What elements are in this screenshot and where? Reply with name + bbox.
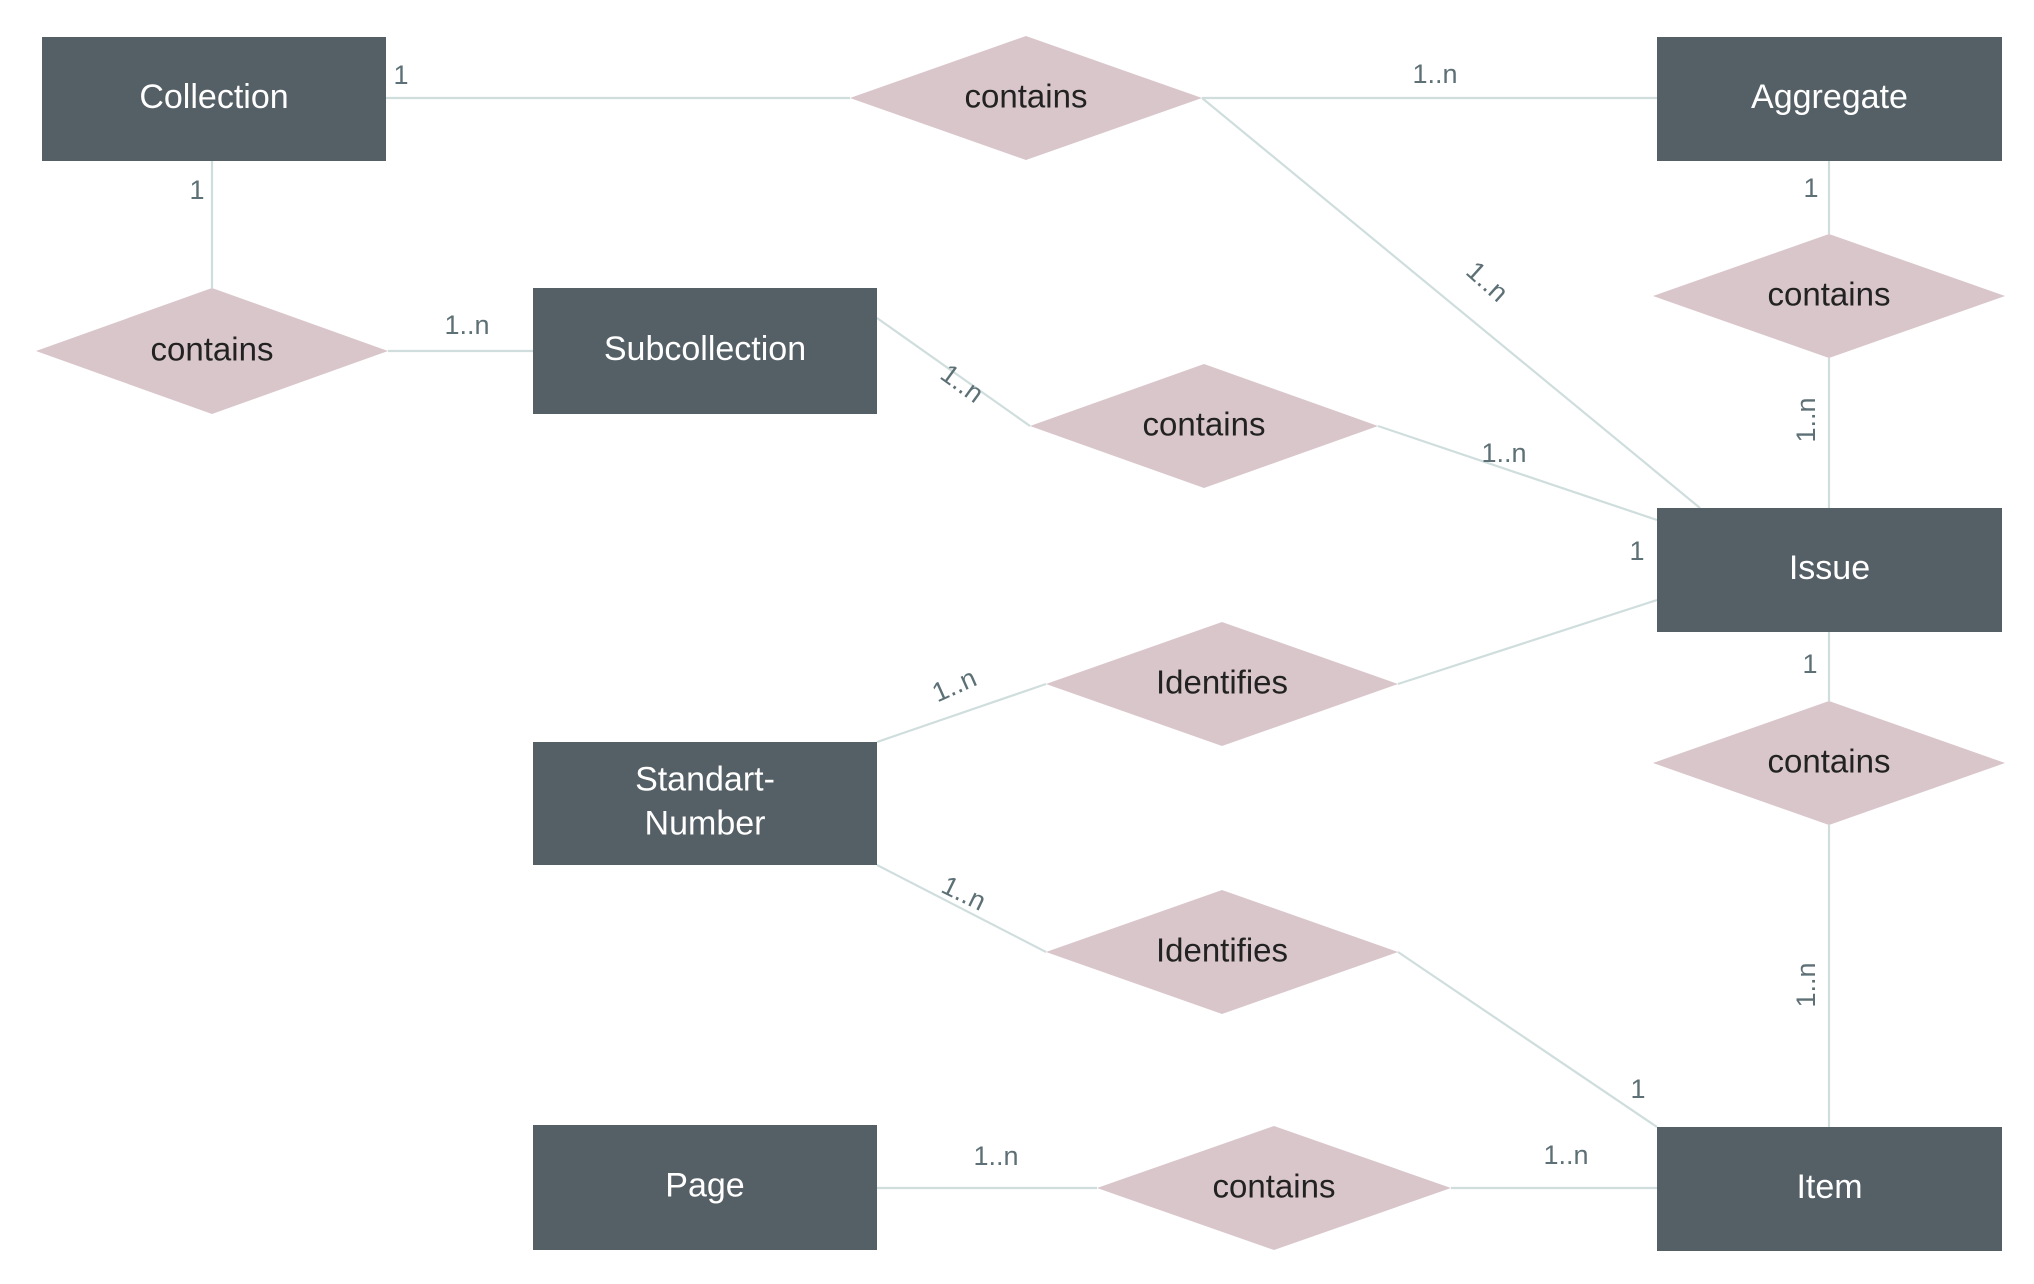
connector-line — [1397, 598, 1658, 686]
cardinality-label: 1..n — [1460, 255, 1514, 307]
relationship-label: contains — [965, 78, 1088, 115]
entity-label: Issue — [1789, 549, 1870, 587]
entity-label: Standart- — [635, 760, 775, 798]
cardinality-label: 1..n — [928, 662, 981, 708]
cardinality-label: 1..n — [973, 1141, 1018, 1171]
entity-standart[interactable]: Standart- Number — [533, 742, 877, 865]
cardinality-label: 1 — [189, 175, 204, 205]
relationship-label: contains — [1213, 1168, 1336, 1205]
cardinality-layer: 1 1..n 1 1..n 1..n 1 1..n 1..n 1..n 1 1..n 1 1..n 1..… — [189, 59, 1821, 1171]
entity-label: Page — [665, 1166, 744, 1204]
cardinality-label: 1 — [393, 60, 408, 90]
relationship-rel-subcollection-issue[interactable]: contains — [1030, 364, 1378, 488]
relationship-label: contains — [1768, 743, 1891, 780]
relationship-rel-collection-aggregate[interactable]: contains — [850, 36, 1202, 160]
cardinality-label: 1..n — [1412, 59, 1457, 89]
entity-page[interactable]: Page — [533, 1125, 877, 1250]
connector-layer — [210, 96, 1831, 1190]
entity-label: Collection — [139, 78, 288, 116]
relationship-label: contains — [1143, 406, 1266, 443]
cardinality-label: 1 — [1630, 1074, 1645, 1104]
relationship-layer: contains contains contains contains Identifi… — [36, 36, 2005, 1250]
cardinality-label: 1..n — [1791, 397, 1821, 442]
entity-collection[interactable]: Collection — [42, 37, 386, 161]
entity-label: Number — [645, 804, 766, 842]
er-diagram-canvas: contains contains contains contains Identifi… — [0, 0, 2034, 1284]
relationship-label: contains — [151, 331, 274, 368]
cardinality-label: 1 — [1803, 173, 1818, 203]
entity-aggregate[interactable]: Aggregate — [1657, 37, 2002, 161]
entity-item[interactable]: Item — [1657, 1127, 2002, 1251]
cardinality-label: 1..n — [1543, 1140, 1588, 1170]
entity-label: Subcollection — [604, 330, 806, 368]
er-diagram-svg: contains contains contains contains Identifi… — [36, 36, 2005, 1251]
relationship-rel-collection-subcollection[interactable]: contains — [36, 288, 388, 414]
entity-label: Aggregate — [1751, 78, 1908, 116]
cardinality-label: 1..n — [1481, 438, 1526, 468]
entity-label: Item — [1796, 1168, 1862, 1206]
relationship-label: Identifies — [1156, 932, 1288, 969]
cardinality-label: 1..n — [1791, 962, 1821, 1007]
entity-subcollection[interactable]: Subcollection — [533, 288, 877, 414]
cardinality-label: 1 — [1802, 649, 1817, 679]
relationship-rel-issue-item[interactable]: contains — [1653, 701, 2005, 825]
connector-line — [1397, 951, 1658, 1128]
cardinality-label: 1..n — [444, 310, 489, 340]
cardinality-label: 1 — [1629, 536, 1644, 566]
relationship-rel-aggregate-issue[interactable]: contains — [1653, 234, 2005, 358]
relationship-rel-standart-item[interactable]: Identifies — [1046, 890, 1398, 1014]
entity-layer: Collection Aggregate Subcollection Issue Sta… — [42, 37, 2002, 1251]
entity-issue[interactable]: Issue — [1657, 508, 2002, 632]
relationship-rel-standart-issue[interactable]: Identifies — [1046, 622, 1398, 746]
cardinality-label: 1..n — [937, 870, 991, 917]
relationship-label: Identifies — [1156, 664, 1288, 701]
relationship-rel-page-item[interactable]: contains — [1097, 1126, 1451, 1250]
relationship-label: contains — [1768, 276, 1891, 313]
